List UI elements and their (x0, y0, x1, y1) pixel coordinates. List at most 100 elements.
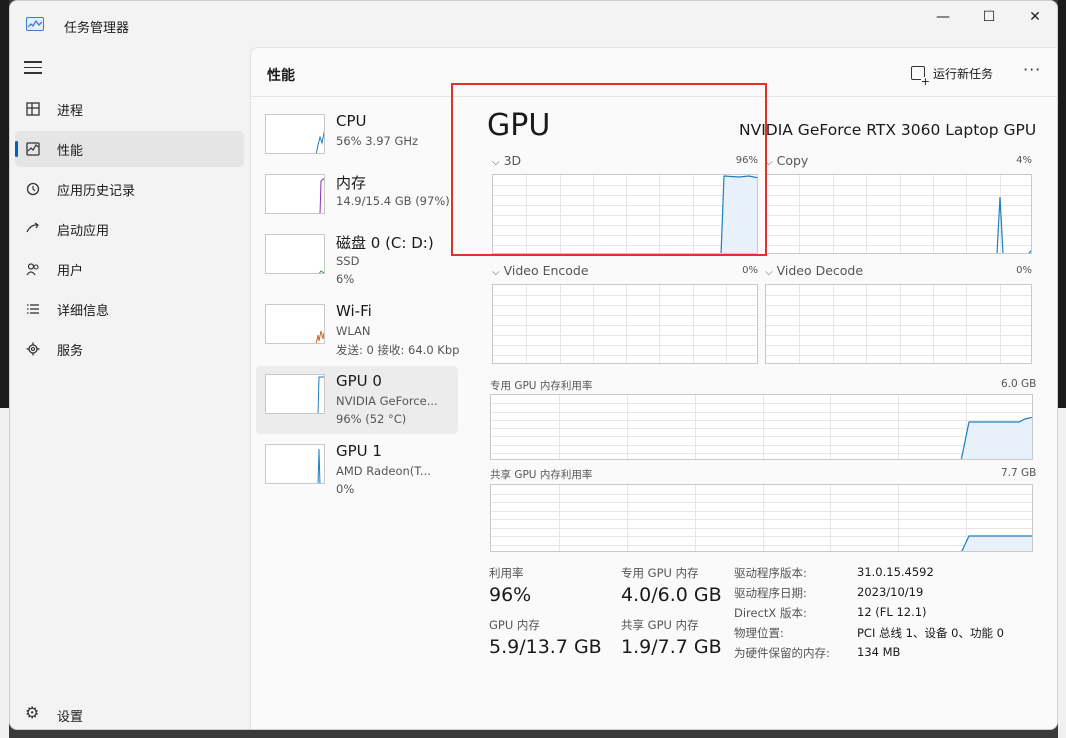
sidebar-item-details[interactable]: 详细信息 (15, 291, 244, 327)
gpu-memory-label: GPU 内存 (489, 618, 540, 632)
physical-location-label: 物理位置: (734, 626, 784, 640)
device-name: Wi-Fi (336, 302, 372, 320)
users-icon (25, 261, 41, 277)
device-thumbnail-graph (265, 174, 325, 214)
device-detail: WLAN (336, 324, 371, 338)
device-item-disk[interactable]: 磁盘 0 (C: D:) SSD 6% (256, 226, 458, 294)
settings-label: 设置 (57, 710, 84, 725)
shared-memory-label: 共享 GPU 内存利用率 (490, 469, 593, 481)
dedicated-memory-graph (490, 394, 1033, 460)
graph-svg (491, 485, 1032, 551)
task-manager-icon (26, 17, 44, 31)
device-detail: 56% 3.97 GHz (336, 134, 419, 148)
sidebar-item-label: 用户 (57, 264, 84, 279)
sidebar-item-users[interactable]: 用户 (15, 251, 244, 287)
engine-graph-video-encode (492, 284, 758, 364)
chevron-down-icon: ⌵ (492, 267, 500, 278)
device-thumbnail-graph (265, 114, 325, 154)
details-icon (25, 301, 41, 317)
main-content: 性能 运行新任务 ··· CPU 56% 3.97 GHz 内存 14.9/15… (250, 47, 1057, 729)
engine-selector-video-decode[interactable]: ⌵ Video Decode (765, 263, 863, 278)
device-item-wifi[interactable]: Wi-Fi WLAN 发送: 0 接收: 64.0 Kbp (256, 296, 459, 364)
engine-percent: 0% (1016, 265, 1032, 276)
device-item-cpu[interactable]: CPU 56% 3.97 GHz (256, 106, 458, 174)
engine-graph-copy (765, 174, 1032, 254)
device-thumbnail-graph (265, 374, 325, 414)
driver-version-label: 驱动程序版本: (734, 566, 807, 580)
utilization-label: 利用率 (489, 566, 524, 580)
sidebar-item-label: 应用历史记录 (57, 184, 136, 199)
sidebar-item-label: 详细信息 (57, 304, 110, 319)
driver-date-label: 驱动程序日期: (734, 586, 807, 600)
maximize-button[interactable]: ☐ (966, 1, 1012, 33)
app-history-icon (25, 181, 41, 197)
device-detail: NVIDIA GeForce... (336, 394, 438, 408)
run-new-task-label: 运行新任务 (933, 66, 994, 81)
page-title: 性能 (267, 68, 295, 84)
device-detail: 14.9/15.4 GB (97%) (336, 194, 450, 208)
reserved-memory-label: 为硬件保留的内存: (734, 646, 830, 660)
device-name: GPU 0 (336, 372, 382, 390)
minimize-button[interactable]: — (920, 1, 966, 33)
driver-date-value: 2023/10/19 (857, 585, 924, 599)
close-button[interactable]: ✕ (1012, 1, 1057, 33)
device-usage: 96% (52 °C) (336, 412, 407, 426)
sidebar-item-services[interactable]: 服务 (15, 331, 244, 367)
device-detail: AMD Radeon(T... (336, 464, 431, 478)
sidebar-item-performance[interactable]: 性能 (15, 131, 244, 167)
run-new-task-button[interactable]: 运行新任务 (911, 62, 994, 87)
hamburger-menu-icon[interactable] (24, 61, 42, 75)
engine-percent: 4% (1016, 155, 1032, 166)
device-thumbnail-graph (265, 234, 325, 274)
graph-svg (493, 285, 757, 363)
utilization-value: 96% (489, 584, 532, 606)
dedicated-memory-stat-value: 4.0/6.0 GB (621, 584, 722, 606)
graph-svg (491, 395, 1032, 459)
app-title: 任务管理器 (64, 21, 130, 36)
sidebar-item-label: 服务 (57, 344, 84, 359)
shared-memory-stat-value: 1.9/7.7 GB (621, 636, 722, 658)
sidebar-item-label: 启动应用 (57, 224, 110, 239)
sidebar-item-label: 性能 (57, 144, 84, 159)
engine-selector-video-encode[interactable]: ⌵ Video Encode (492, 263, 589, 278)
sidebar-item-app-history[interactable]: 应用历史记录 (15, 171, 244, 207)
driver-version-value: 31.0.15.4592 (857, 565, 934, 579)
sidebar-item-settings[interactable]: ⚙ 设置 (15, 697, 244, 729)
gpu-model-name: NVIDIA GeForce RTX 3060 Laptop GPU (739, 121, 1037, 139)
device-item-memory[interactable]: 内存 14.9/15.4 GB (97%) (256, 166, 458, 234)
gpu-memory-value: 5.9/13.7 GB (489, 636, 602, 658)
dedicated-memory-label: 专用 GPU 内存利用率 (490, 380, 593, 392)
device-thumbnail-graph (265, 304, 325, 344)
annotation-highlight-box (451, 83, 767, 256)
chevron-down-icon: ⌵ (765, 267, 773, 278)
physical-location-value: PCI 总线 1、设备 0、功能 0 (857, 626, 1004, 640)
device-name: 内存 (336, 174, 367, 192)
engine-selector-copy[interactable]: ⌵ Copy (765, 153, 808, 168)
background-desktop-left (0, 408, 9, 738)
sidebar-item-processes[interactable]: 进程 (15, 91, 244, 127)
device-detail: SSD (336, 254, 360, 268)
device-name: GPU 1 (336, 442, 382, 460)
more-options-button[interactable]: ··· (1023, 60, 1041, 79)
graph-svg (766, 175, 1031, 253)
engine-graph-video-decode (765, 284, 1032, 364)
dedicated-memory-max: 6.0 GB (1001, 378, 1037, 390)
device-usage: 发送: 0 接收: 64.0 Kbp (336, 343, 460, 357)
performance-icon (25, 141, 41, 157)
sidebar-item-startup-apps[interactable]: 启动应用 (15, 211, 244, 247)
dedicated-memory-stat-label: 专用 GPU 内存 (621, 566, 699, 580)
shared-memory-stat-label: 共享 GPU 内存 (621, 618, 699, 632)
device-name: 磁盘 0 (C: D:) (336, 234, 434, 252)
device-item-gpu0[interactable]: GPU 0 NVIDIA GeForce... 96% (52 °C) (256, 366, 458, 434)
reserved-memory-value: 134 MB (857, 645, 901, 659)
background-desktop-right (1058, 408, 1066, 738)
engine-percent: 0% (742, 265, 758, 276)
device-name: CPU (336, 112, 367, 130)
device-thumbnail-graph (265, 444, 325, 484)
directx-version-label: DirectX 版本: (734, 606, 807, 620)
startup-apps-icon (25, 221, 41, 237)
shared-memory-max: 7.7 GB (1001, 467, 1037, 479)
title-bar[interactable]: 任务管理器 — ☐ ✕ (10, 1, 1057, 47)
directx-version-value: 12 (FL 12.1) (857, 605, 927, 619)
device-item-gpu1[interactable]: GPU 1 AMD Radeon(T... 0% (256, 436, 458, 504)
